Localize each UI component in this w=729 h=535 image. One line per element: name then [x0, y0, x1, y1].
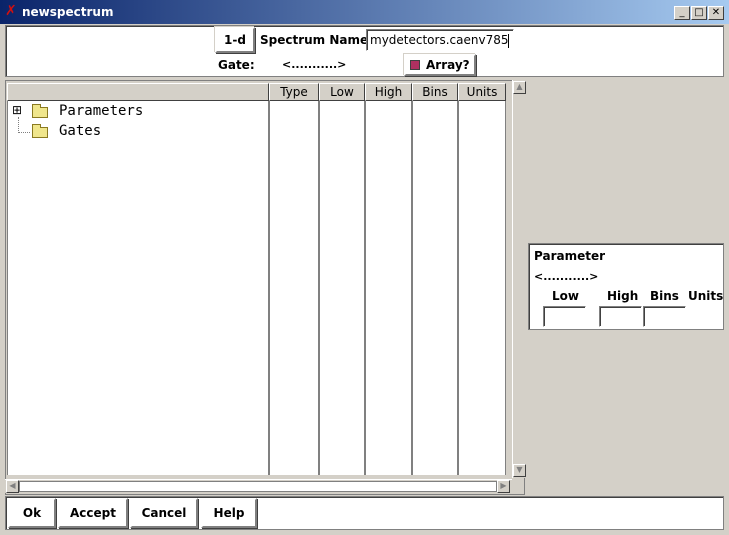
scroll-right-arrow-icon[interactable]: ▶ [497, 480, 510, 493]
accept-button[interactable]: Accept [58, 498, 128, 528]
parameter-low-header: Low [552, 289, 579, 303]
column-header-high[interactable]: High [365, 83, 412, 101]
column-header-tree[interactable] [7, 83, 269, 101]
low-column [319, 101, 365, 475]
units-column [458, 101, 506, 475]
gate-label: Gate: [218, 58, 255, 72]
scroll-down-arrow-icon[interactable]: ▼ [513, 464, 526, 477]
parameter-units-header: Units [688, 289, 724, 303]
tree-line [18, 132, 30, 133]
text-cursor [508, 33, 510, 48]
tree-column [7, 101, 269, 475]
minimize-button[interactable]: _ [674, 6, 690, 20]
scroll-up-arrow-icon[interactable]: ▲ [513, 81, 526, 94]
bins-column [412, 101, 458, 475]
tree-item-gates[interactable]: Gates [12, 117, 262, 141]
app-x-icon: ✗ [5, 3, 17, 19]
horizontal-scroll-thumb[interactable] [19, 481, 497, 492]
high-column [365, 101, 412, 475]
spectrum-name-input[interactable]: mydetectors.caenv785 [366, 29, 514, 51]
window-title: newspectrum [22, 5, 114, 19]
parameter-bins-input[interactable] [643, 306, 686, 327]
array-label: Array? [426, 58, 470, 72]
ok-button[interactable]: Ok [8, 498, 56, 528]
maximize-button[interactable]: □ [691, 6, 707, 20]
cancel-button[interactable]: Cancel [130, 498, 198, 528]
gate-value[interactable]: <...........> [282, 58, 346, 71]
column-header-bins[interactable]: Bins [412, 83, 458, 101]
tree-item-label: Parameters [59, 103, 144, 119]
folder-icon [32, 124, 48, 138]
scroll-left-arrow-icon[interactable]: ◀ [6, 480, 19, 493]
title-bar: ✗ newspectrum _ □ ✕ [0, 0, 729, 24]
array-checkbox-indicator [410, 60, 420, 70]
column-header-units[interactable]: Units [458, 83, 506, 101]
parameter-value[interactable]: <...........> [534, 270, 598, 283]
spectrum-name-value: mydetectors.caenv785 [370, 33, 509, 47]
vertical-scrollbar[interactable] [512, 80, 526, 478]
help-button[interactable]: Help [201, 498, 257, 528]
tree-item-parameters[interactable]: ⊞ Parameters [12, 103, 262, 121]
parameter-high-header: High [607, 289, 639, 303]
array-checkbutton[interactable]: Array? [404, 54, 476, 76]
parameter-low-input[interactable] [543, 306, 586, 327]
tree-item-label: Gates [59, 123, 102, 139]
parameter-high-input[interactable] [599, 306, 642, 327]
spectrum-name-label: Spectrum Name: [260, 33, 373, 47]
parameter-bins-header: Bins [650, 289, 679, 303]
expand-plus-icon[interactable]: ⊞ [12, 103, 22, 117]
column-header-low[interactable]: Low [319, 83, 365, 101]
spectrum-type-button[interactable]: 1-d [215, 27, 255, 53]
close-button[interactable]: ✕ [708, 6, 724, 20]
folder-icon [32, 104, 48, 118]
tree-line [18, 117, 19, 133]
type-column [269, 101, 319, 475]
parameter-panel-title: Parameter [534, 249, 606, 263]
column-header-type[interactable]: Type [269, 83, 319, 101]
